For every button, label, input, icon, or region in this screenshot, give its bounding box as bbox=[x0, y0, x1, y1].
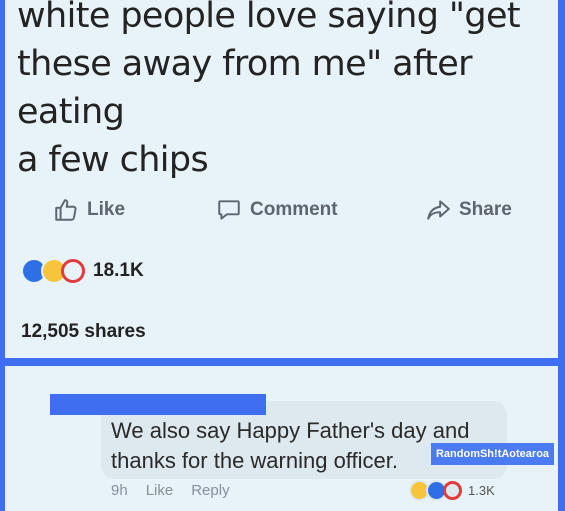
comment-label: Comment bbox=[250, 199, 338, 220]
comment-time: 9h bbox=[111, 482, 128, 499]
comment-card: We also say Happy Father's day and thank… bbox=[5, 366, 558, 511]
thumbs-up-icon bbox=[53, 197, 79, 223]
love-icon bbox=[61, 259, 85, 283]
comment-reactions[interactable]: 1.3K bbox=[409, 480, 495, 501]
post-text-line: a few chips bbox=[17, 140, 209, 180]
reactions-summary[interactable]: 18.1K bbox=[21, 258, 144, 284]
post-text: white people love saying "get these away… bbox=[17, 0, 557, 184]
post-card: white people love saying "get these away… bbox=[5, 0, 558, 358]
post-text-line: these away from me" after eating bbox=[17, 44, 473, 132]
speech-bubble-icon bbox=[216, 197, 242, 223]
share-button[interactable]: Share bbox=[425, 197, 512, 223]
comment-like-link[interactable]: Like bbox=[146, 482, 174, 499]
like-button[interactable]: Like bbox=[53, 197, 125, 223]
post-text-line: white people love saying "get bbox=[17, 0, 521, 36]
share-arrow-icon bbox=[425, 197, 451, 223]
love-icon bbox=[443, 481, 462, 500]
comment-reply-link[interactable]: Reply bbox=[191, 482, 229, 499]
share-count[interactable]: 12,505 shares bbox=[21, 321, 146, 343]
watermark: RandomSh!tAotearoa bbox=[431, 443, 554, 465]
comment-text-line: We also say Happy Father's day and bbox=[111, 418, 470, 443]
like-label: Like bbox=[87, 199, 126, 220]
share-label: Share bbox=[459, 199, 512, 220]
comment-reaction-count: 1.3K bbox=[468, 483, 495, 498]
redacted-name bbox=[50, 394, 266, 415]
comment-meta: 9h Like Reply bbox=[111, 482, 230, 499]
reaction-count: 18.1K bbox=[93, 260, 144, 281]
comment-button[interactable]: Comment bbox=[216, 197, 338, 223]
